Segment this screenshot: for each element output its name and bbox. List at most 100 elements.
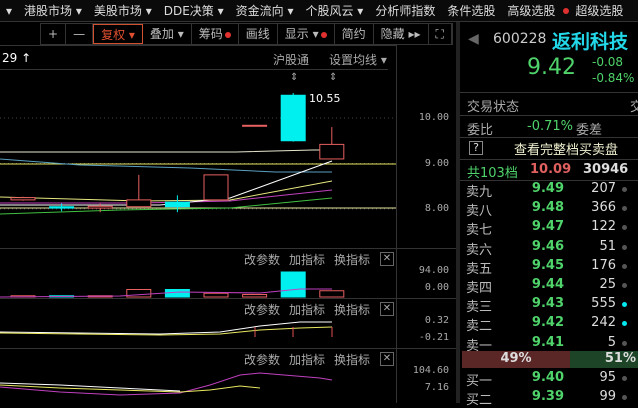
level-volume: 5 xyxy=(607,334,616,350)
indicator-params-button[interactable]: 改参数 xyxy=(244,301,280,318)
divider xyxy=(460,115,638,116)
level-marker-icon xyxy=(622,395,627,400)
level-volume: 207 xyxy=(591,181,616,196)
close-indicator-icon[interactable]: ✕ xyxy=(380,352,394,366)
divider xyxy=(0,348,456,349)
order-book-row: 卖七 9.47 122 xyxy=(466,219,638,238)
panel-splitter[interactable] xyxy=(456,22,460,403)
level-price: 9.44 xyxy=(531,277,564,292)
indicator-switch-button[interactable]: 换指标 xyxy=(334,301,370,318)
order-book-row: 卖四 9.44 25 xyxy=(466,277,638,296)
kdj-line xyxy=(0,382,181,392)
wb-label: 委比 xyxy=(467,123,494,138)
level-volume: 176 xyxy=(591,257,616,273)
macd-tick: 0.32 xyxy=(424,315,449,326)
level-name: 卖九 xyxy=(466,185,493,200)
indicator-add-button[interactable]: 加指标 xyxy=(289,301,325,318)
ma-line xyxy=(0,158,332,173)
indicator-params-button[interactable]: 改参数 xyxy=(244,251,280,268)
level-name: 卖五 xyxy=(466,261,493,277)
level-price: 9.48 xyxy=(531,200,564,216)
order-book-row: 卖三 9.43 555 xyxy=(466,296,638,315)
level-name: 卖四 xyxy=(466,281,493,296)
level-price: 9.42 xyxy=(531,315,564,331)
candle-body xyxy=(164,201,190,208)
level-volume: 25 xyxy=(599,277,616,292)
level-marker-icon xyxy=(622,187,627,192)
level-marker-icon xyxy=(622,340,627,346)
level-price: 9.41 xyxy=(531,334,564,350)
order-book-row: 卖二 9.42 242 xyxy=(466,315,638,334)
level-name: 买一 xyxy=(466,374,493,389)
help-button[interactable]: ? xyxy=(469,141,483,155)
indicator-params-button[interactable]: 改参数 xyxy=(244,351,280,368)
toolbar-button[interactable]: ⛶ xyxy=(429,24,452,44)
indicator-switch-button[interactable]: 换指标 xyxy=(334,351,370,368)
level-volume: 122 xyxy=(591,219,616,235)
close-indicator-icon[interactable]: ✕ xyxy=(380,252,394,266)
candle-body xyxy=(49,206,75,209)
candle-body xyxy=(242,124,268,127)
wb-value: -0.71% xyxy=(527,119,573,134)
full-book-button[interactable]: 查看完整档买卖盘 xyxy=(514,139,618,158)
level-marker-icon xyxy=(622,244,627,250)
menu-item[interactable]: 超级选股 xyxy=(569,2,629,19)
level-price: 9.39 xyxy=(531,389,564,404)
wc-label: 委差 xyxy=(576,123,603,138)
candle-body xyxy=(126,199,152,208)
volume-bar xyxy=(319,290,345,298)
order-book-row: 卖五 9.45 176 xyxy=(466,258,638,277)
last-price: 9.42 xyxy=(527,55,576,80)
sell-ratio-bar: 49% xyxy=(462,351,570,368)
level-name: 卖八 xyxy=(466,204,493,220)
order-book-row: 买二 9.39 99 xyxy=(466,389,638,408)
volume-tick: 0.00 xyxy=(424,282,449,293)
kdj-tick: 7.16 xyxy=(424,382,449,393)
level-price: 9.47 xyxy=(531,219,564,235)
indicator-add-button[interactable]: 加指标 xyxy=(289,251,325,268)
level-volume: 366 xyxy=(591,200,616,216)
menu-item[interactable]: 高级选股 xyxy=(501,2,561,19)
back-arrow-icon[interactable]: ◀ xyxy=(468,31,479,47)
total-price: 10.09 xyxy=(530,162,572,177)
volume-bar xyxy=(280,271,306,298)
price-tick: 9.00 xyxy=(424,158,449,169)
level-price: 9.49 xyxy=(531,181,564,196)
level-price: 9.45 xyxy=(531,257,564,273)
volume-tick: 94.00 xyxy=(418,265,449,276)
level-price: 9.40 xyxy=(531,370,564,385)
kline-chart[interactable]: ⇕ ⇕ xyxy=(0,0,397,403)
toolbar-button-label: ⛶ xyxy=(435,27,444,41)
level-marker-icon xyxy=(622,225,627,231)
level-volume: 99 xyxy=(599,389,616,404)
level-name: 卖三 xyxy=(466,300,493,316)
change-value: -0.08 xyxy=(592,55,624,69)
ma-line xyxy=(0,149,332,153)
menu-item[interactable]: 条件选股 xyxy=(441,2,501,19)
candle-body xyxy=(280,94,306,142)
level-marker-icon xyxy=(622,283,627,288)
macd-tick: -0.21 xyxy=(418,332,449,343)
ma-line xyxy=(0,180,333,202)
indicator-switch-button[interactable]: 换指标 xyxy=(334,251,370,268)
price-tick: 10.00 xyxy=(418,112,449,123)
candle-body xyxy=(203,174,229,201)
close-indicator-icon[interactable]: ✕ xyxy=(380,302,394,316)
level-marker-icon xyxy=(622,302,627,308)
level-price: 9.43 xyxy=(531,296,564,312)
level-name: 卖七 xyxy=(466,223,493,239)
indicator-add-button[interactable]: 加指标 xyxy=(289,351,325,368)
level-marker-icon xyxy=(622,376,627,381)
adjust-marker-icon: ⇕ xyxy=(329,72,337,83)
volume-bar xyxy=(242,294,268,298)
order-book-row: 买一 9.40 95 xyxy=(466,370,638,389)
kdj-tick: 104.60 xyxy=(412,365,449,376)
level-marker-icon xyxy=(622,263,627,269)
candle-body xyxy=(87,205,113,209)
status-label: 交易状态 xyxy=(467,100,520,115)
level-volume: 51 xyxy=(599,238,616,254)
divider xyxy=(460,159,638,160)
price-tick: 8.00 xyxy=(424,203,449,214)
status-value: 交 xyxy=(630,100,638,115)
divider xyxy=(460,137,638,138)
